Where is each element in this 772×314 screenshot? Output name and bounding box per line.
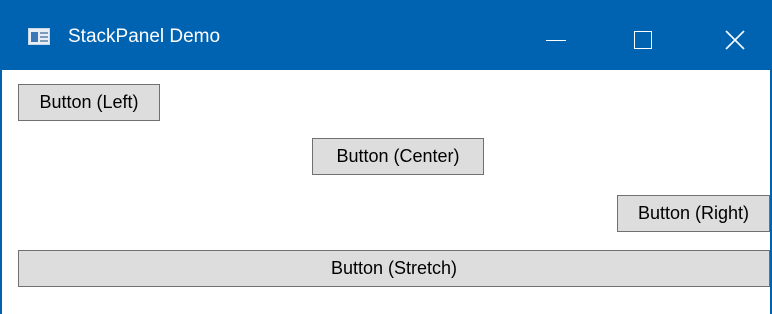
app-icon-line [40, 36, 48, 38]
minimize-button[interactable] [510, 2, 600, 70]
stackpanel-content: Button (Left) Button (Center) Button (Ri… [2, 70, 770, 314]
app-icon-line [40, 32, 48, 34]
window-title: StackPanel Demo [68, 26, 221, 47]
app-icon-line [40, 40, 48, 42]
title-bar[interactable]: StackPanel Demo [2, 2, 770, 70]
minimize-icon [546, 40, 566, 41]
maximize-icon [634, 31, 652, 49]
button-left[interactable]: Button (Left) [18, 84, 160, 121]
button-stretch[interactable]: Button (Stretch) [18, 250, 770, 287]
button-right[interactable]: Button (Right) [617, 195, 770, 232]
maximize-button[interactable] [600, 2, 690, 70]
app-icon-block [31, 32, 38, 42]
button-center[interactable]: Button (Center) [312, 138, 484, 175]
window-app-icon[interactable] [28, 28, 50, 45]
app-window: StackPanel Demo Button (Left) Button (Ce… [0, 0, 772, 314]
close-icon [725, 30, 745, 50]
close-button[interactable] [690, 2, 772, 70]
